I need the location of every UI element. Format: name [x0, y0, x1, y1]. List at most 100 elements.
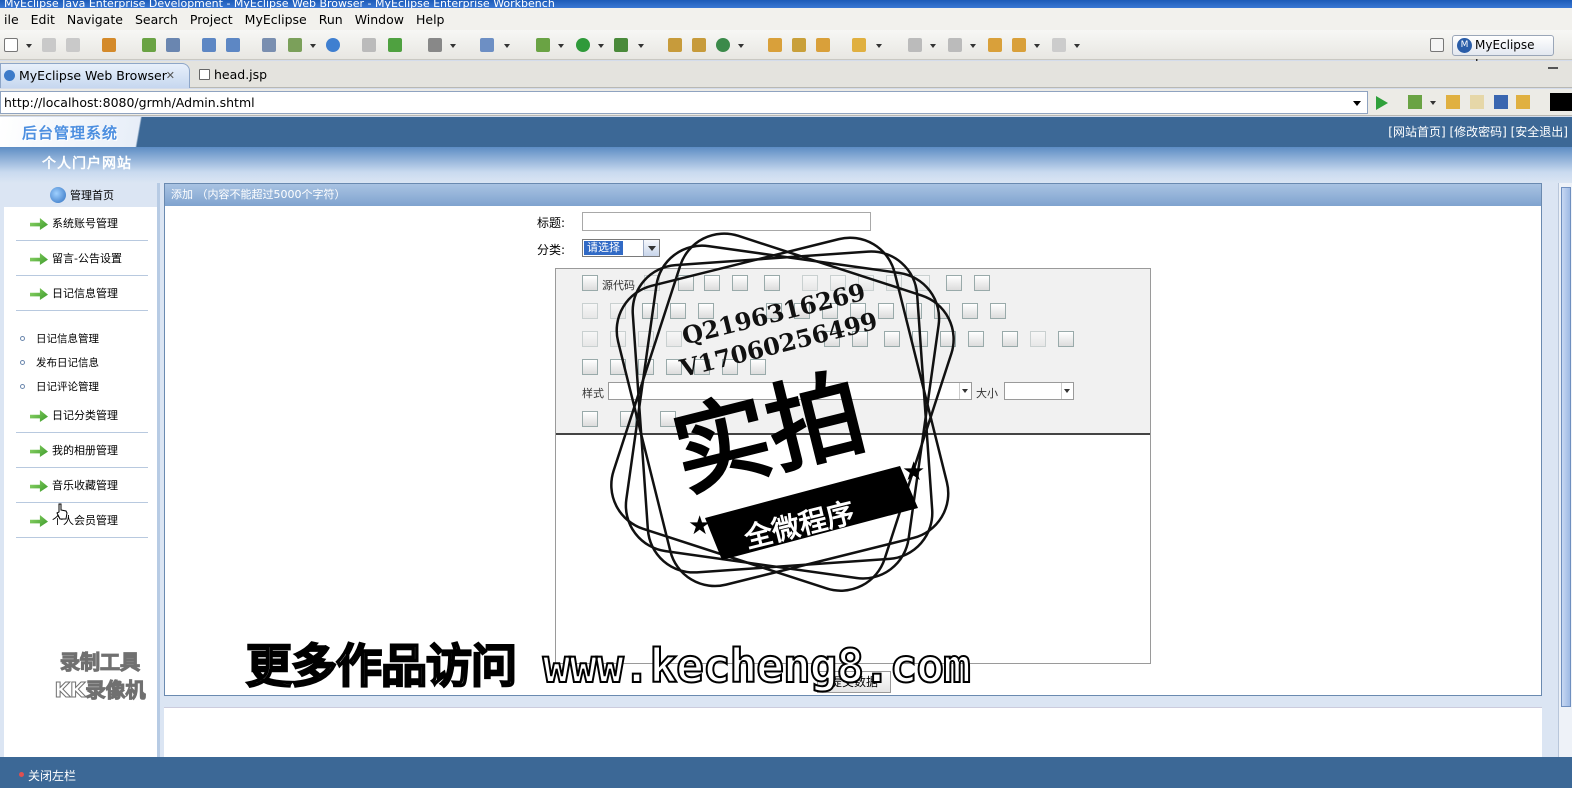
- paste-text-icon[interactable]: [886, 275, 902, 291]
- redo-icon[interactable]: [610, 303, 626, 319]
- forward-dropdown-icon[interactable]: [1074, 44, 1080, 48]
- sidebar-item-music[interactable]: 音乐收藏管理: [16, 469, 148, 503]
- save-icon[interactable]: [42, 38, 56, 52]
- refresh-dropdown-icon[interactable]: [738, 44, 744, 48]
- new-dropdown-icon[interactable]: [26, 44, 32, 48]
- go-icon[interactable]: [1376, 96, 1388, 110]
- special-char-icon[interactable]: [722, 359, 738, 375]
- horizontal-rule-icon[interactable]: [666, 359, 682, 375]
- wizard-dropdown-icon[interactable]: [310, 44, 316, 48]
- size-combo[interactable]: [1004, 382, 1074, 400]
- chevron-down-icon[interactable]: [643, 240, 659, 256]
- tool-a-icon[interactable]: [668, 38, 682, 52]
- forward-icon[interactable]: [1052, 38, 1066, 52]
- debug-icon[interactable]: [536, 38, 550, 52]
- align-left-icon[interactable]: [884, 331, 900, 347]
- prev-annotation-dropdown-icon[interactable]: [970, 44, 976, 48]
- back-icon[interactable]: [1012, 38, 1026, 52]
- editor-content-area[interactable]: [556, 433, 1150, 663]
- image-icon[interactable]: [582, 359, 598, 375]
- source-icon[interactable]: [582, 275, 598, 291]
- preview-icon[interactable]: [644, 275, 660, 291]
- link-icon[interactable]: [1002, 331, 1018, 347]
- close-icon[interactable]: ✕: [166, 64, 175, 88]
- package-icon[interactable]: [102, 38, 116, 52]
- sidebar-item-accounts[interactable]: 系统账号管理: [16, 207, 148, 241]
- anchor-icon[interactable]: [1058, 331, 1074, 347]
- open-type-icon[interactable]: [816, 38, 830, 52]
- tab-web-browser[interactable]: MyEclipse Web Browser ✕: [0, 63, 190, 88]
- hierarchy-icon[interactable]: [262, 38, 276, 52]
- menu-project[interactable]: Project: [186, 12, 241, 27]
- select-all-icon[interactable]: [698, 303, 714, 319]
- menu-file[interactable]: ile: [0, 12, 27, 27]
- templates-icon[interactable]: [764, 275, 780, 291]
- page-scrollbar[interactable]: [1558, 183, 1572, 757]
- next-annotation-icon[interactable]: [908, 38, 922, 52]
- forward-arrow-icon[interactable]: [1470, 95, 1484, 109]
- outdent-icon[interactable]: [824, 331, 840, 347]
- chevron-down-icon[interactable]: [1353, 101, 1361, 106]
- form-icon[interactable]: [766, 303, 782, 319]
- run-dropdown-icon[interactable]: [598, 44, 604, 48]
- copy-icon[interactable]: [830, 275, 846, 291]
- chevron-down-icon[interactable]: [1061, 383, 1073, 399]
- sidebar-subitem-publish-diary[interactable]: 发布日记信息: [18, 353, 99, 373]
- print-icon[interactable]: [66, 38, 80, 52]
- page-break-icon[interactable]: [750, 359, 766, 375]
- indent-icon[interactable]: [852, 331, 868, 347]
- debug-dropdown-icon[interactable]: [558, 44, 564, 48]
- open-perspective-icon[interactable]: [1430, 38, 1444, 52]
- textarea-icon[interactable]: [878, 303, 894, 319]
- hidden-field-icon[interactable]: [990, 303, 1006, 319]
- external-tools-icon[interactable]: [614, 38, 628, 52]
- url-input[interactable]: http://localhost:8080/grmh/Admin.shtml: [0, 91, 1368, 114]
- sidebar-item-album[interactable]: 我的相册管理: [16, 434, 148, 468]
- select-field-icon[interactable]: [906, 303, 922, 319]
- menu-edit[interactable]: Edit: [27, 12, 63, 27]
- minimize-icon[interactable]: [1548, 67, 1558, 70]
- radio-icon[interactable]: [822, 303, 838, 319]
- run-icon[interactable]: [576, 38, 590, 52]
- menu-help[interactable]: Help: [412, 12, 453, 27]
- open-folder-icon[interactable]: [768, 38, 782, 52]
- spellcheck-icon[interactable]: [974, 275, 990, 291]
- stop-icon[interactable]: [1494, 95, 1508, 109]
- title-input[interactable]: [582, 212, 871, 231]
- sidebar-subitem-diary-info[interactable]: 日记信息管理: [18, 329, 99, 349]
- console-icon[interactable]: [1550, 93, 1572, 111]
- camera-dropdown-icon[interactable]: [450, 44, 456, 48]
- new-class-dropdown-icon[interactable]: [504, 44, 510, 48]
- refresh-page-icon[interactable]: [1516, 95, 1530, 109]
- editor-print-icon[interactable]: [946, 275, 962, 291]
- find-icon[interactable]: [642, 303, 658, 319]
- folder-icon[interactable]: [362, 38, 376, 52]
- unlink-icon[interactable]: [1030, 331, 1046, 347]
- menu-search[interactable]: Search: [131, 12, 186, 27]
- scrollbar-thumb[interactable]: [1561, 187, 1571, 707]
- server-icon[interactable]: [166, 38, 180, 52]
- checkbox-icon[interactable]: [794, 303, 810, 319]
- back-dropdown-icon[interactable]: [1034, 44, 1040, 48]
- paste-word-icon[interactable]: [914, 275, 930, 291]
- search-dropdown-icon[interactable]: [876, 44, 882, 48]
- image-button-icon[interactable]: [962, 303, 978, 319]
- new-icon[interactable]: [4, 38, 18, 52]
- align-right-icon[interactable]: [940, 331, 956, 347]
- prev-annotation-icon[interactable]: [948, 38, 962, 52]
- flash-icon[interactable]: [610, 359, 626, 375]
- favorites-dropdown-icon[interactable]: [1430, 101, 1436, 105]
- new-page-icon[interactable]: [704, 275, 720, 291]
- header-links[interactable]: [网站首页] [修改密码] [安全退出]: [1388, 123, 1568, 140]
- search-folder-icon[interactable]: [852, 38, 866, 52]
- sidebar-subitem-diary-comments[interactable]: 日记评论管理: [18, 377, 99, 397]
- tool-b-icon[interactable]: [692, 38, 706, 52]
- maximize-icon[interactable]: [660, 411, 676, 427]
- globe-icon[interactable]: [326, 38, 340, 52]
- wizard-icon[interactable]: [288, 38, 302, 52]
- category-select[interactable]: 请选择: [582, 239, 660, 257]
- menu-navigate[interactable]: Navigate: [63, 12, 131, 27]
- sidebar-home[interactable]: 管理首页: [44, 186, 114, 206]
- button-field-icon[interactable]: [934, 303, 950, 319]
- tab-head-jsp[interactable]: head.jsp: [196, 63, 296, 88]
